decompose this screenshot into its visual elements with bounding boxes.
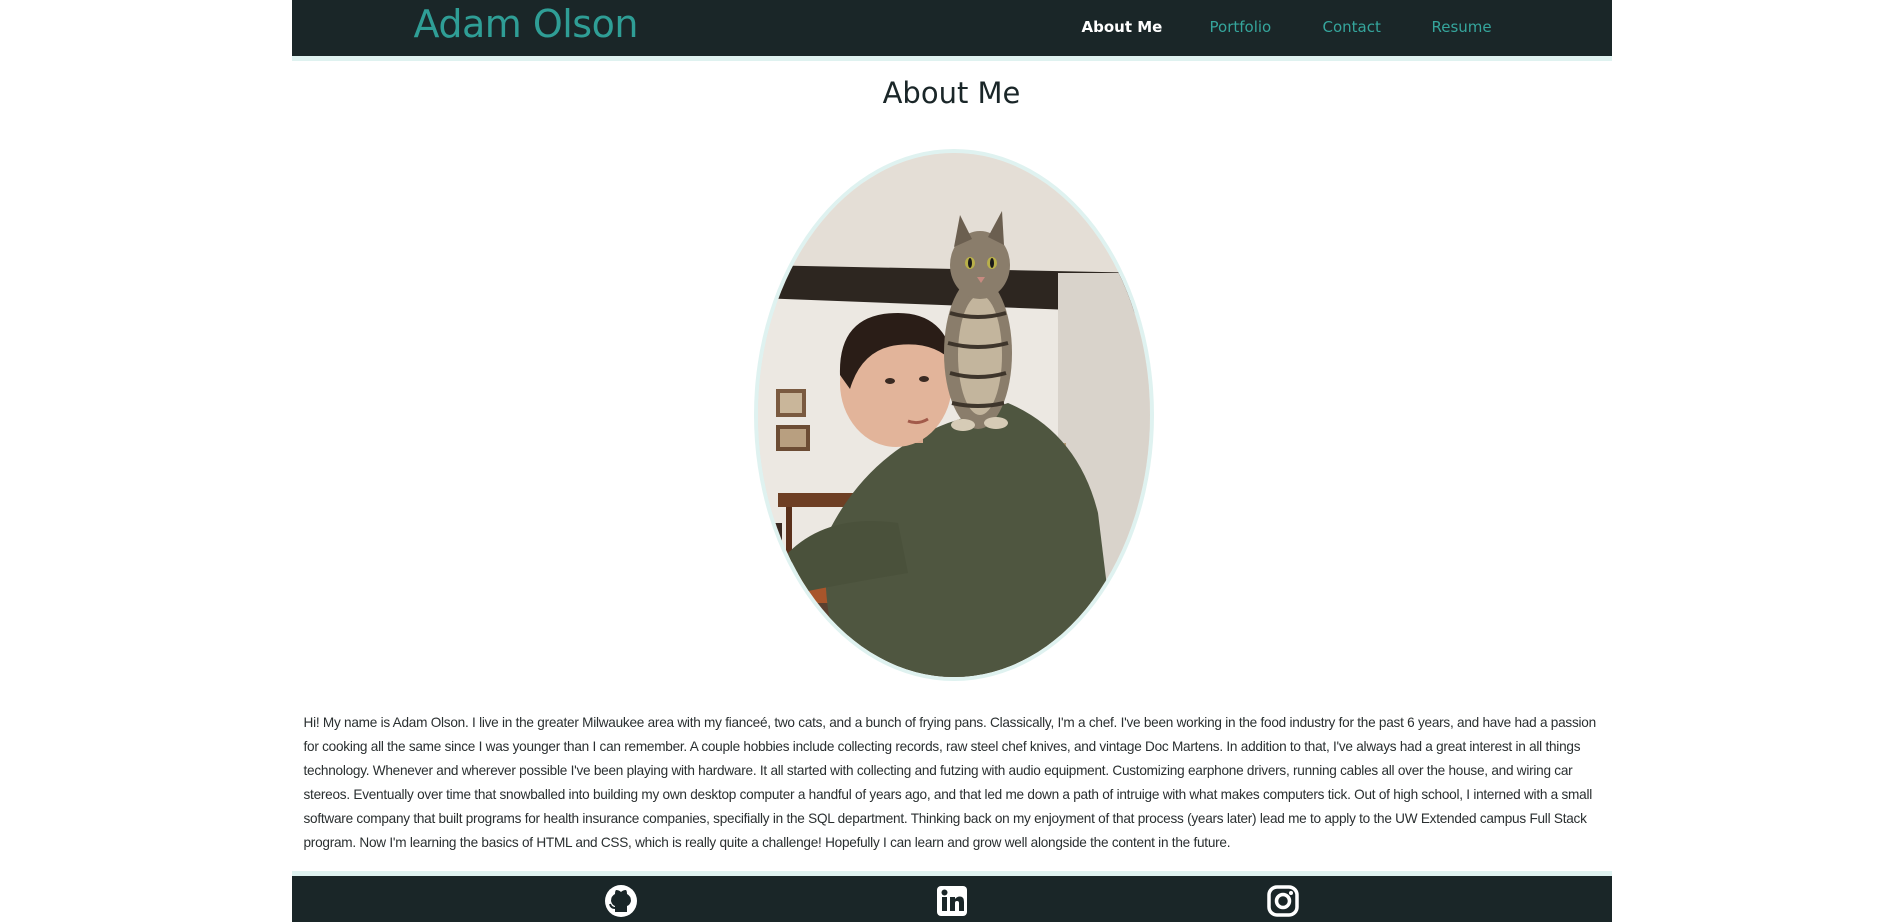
page-title: About Me	[882, 76, 1021, 110]
instagram-icon[interactable]	[1266, 884, 1300, 918]
site-footer	[291, 871, 1612, 922]
linkedin-icon[interactable]	[935, 884, 969, 918]
nav-portfolio[interactable]: Portfolio	[1210, 18, 1272, 36]
nav-about-me[interactable]: About Me	[1082, 18, 1163, 36]
page: Adam Olson About Me Portfolio Contact Re…	[291, 0, 1612, 922]
profile-photo	[753, 149, 1154, 681]
github-icon[interactable]	[604, 884, 638, 918]
site-header: Adam Olson About Me Portfolio Contact Re…	[291, 0, 1612, 61]
nav-resume[interactable]: Resume	[1432, 18, 1492, 36]
brand-name[interactable]: Adam Olson	[414, 2, 639, 46]
nav-contact[interactable]: Contact	[1323, 18, 1381, 36]
bio-text: Hi! My name is Adam Olson. I live in the…	[303, 715, 1597, 850]
